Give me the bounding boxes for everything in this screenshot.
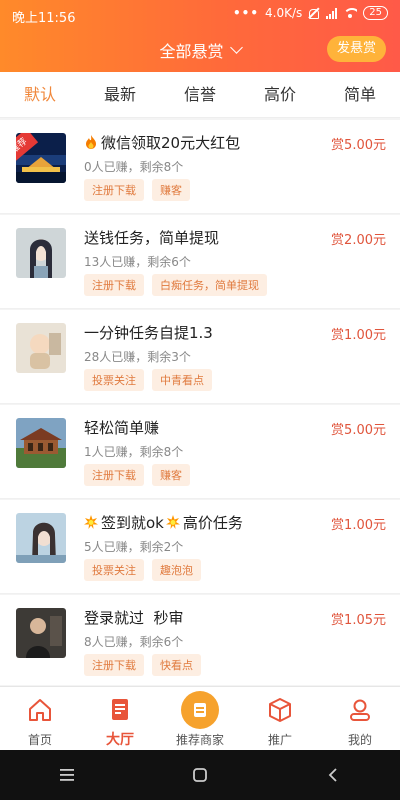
task-title: 登录就过 秒审 xyxy=(84,609,184,627)
task-reward: 赏5.00元 xyxy=(331,138,386,153)
network-speed: 4.0K/s xyxy=(265,6,303,20)
task-title: 轻松简单赚 xyxy=(84,419,160,437)
task-list: 推荐 微信领取20元大红包 0人已赚，剩余8个 注册下载 赚客 赏5.00元 送… xyxy=(0,120,400,685)
boom-icon xyxy=(84,515,98,529)
system-nav-bar xyxy=(0,750,400,800)
nav-label: 我的 xyxy=(347,733,372,747)
task-title-row: 微信领取20元大红包 xyxy=(84,132,240,153)
task-item[interactable]: 一分钟任务自提1.3 28人已赚，剩余3个 投票关注 中青看点 赏1.00元 xyxy=(0,310,400,404)
task-item[interactable]: 签到就ok 高价任务 5人已赚，剩余2个 投票关注 趣泡泡 赏1.00元 xyxy=(0,500,400,594)
task-tags: 注册下载 白痴任务，简单提现 xyxy=(84,274,267,296)
task-thumbnail xyxy=(16,418,66,468)
task-reward: 赏2.00元 xyxy=(331,233,386,248)
task-tag: 快看点 xyxy=(152,654,201,676)
boom-icon xyxy=(165,515,180,529)
task-title-row: 签到就ok 高价任务 xyxy=(84,512,243,533)
nav-recommend-merchant[interactable]: 推荐商家 xyxy=(160,687,240,750)
tab-default[interactable]: 默认 xyxy=(0,72,80,117)
task-tag: 赚客 xyxy=(152,179,190,201)
status-icons: ••• 4.0K/s 25 xyxy=(233,6,388,20)
status-time: 晚上11:56 xyxy=(12,11,76,26)
task-tag: 注册下载 xyxy=(84,274,144,296)
nav-home[interactable]: 首页 xyxy=(0,687,80,750)
task-progress: 0人已赚，剩余8个 xyxy=(84,160,184,174)
task-item[interactable]: 送钱任务，简单提现 13人已赚，剩余6个 注册下载 白痴任务，简单提现 赏2.0… xyxy=(0,215,400,309)
task-tags: 投票关注 趣泡泡 xyxy=(84,559,201,581)
nav-promote[interactable]: 推广 xyxy=(240,687,320,750)
task-tag: 注册下载 xyxy=(84,464,144,486)
system-home-button[interactable] xyxy=(133,750,266,800)
nav-label: 推荐商家 xyxy=(175,733,224,747)
task-tags: 注册下载 赚客 xyxy=(84,464,190,486)
post-reward-button[interactable]: 发悬赏 xyxy=(326,36,386,62)
hall-icon xyxy=(112,699,128,720)
header-bar: 晚上11:56 ••• 4.0K/s 25 全部悬赏 发悬赏 xyxy=(0,0,400,72)
task-tag: 注册下载 xyxy=(84,179,144,201)
task-progress: 8人已赚，剩余6个 xyxy=(84,635,184,649)
task-tag: 投票关注 xyxy=(84,559,144,581)
mute-icon xyxy=(308,7,320,19)
status-bar: 晚上11:56 ••• 4.0K/s 25 xyxy=(0,0,400,30)
nav-label: 推广 xyxy=(267,733,292,747)
nav-hall[interactable]: 大厅 xyxy=(80,687,160,750)
home-square-icon xyxy=(193,768,207,782)
task-thumbnail xyxy=(16,513,66,563)
signal-icon xyxy=(326,7,338,19)
task-tags: 投票关注 中青看点 xyxy=(84,369,212,391)
task-progress: 28人已赚，剩余3个 xyxy=(84,350,191,364)
fire-icon xyxy=(86,135,96,149)
chevron-down-icon xyxy=(229,41,243,54)
tab-high-price[interactable]: 高价 xyxy=(240,72,320,117)
task-tag: 投票关注 xyxy=(84,369,144,391)
task-tag: 中青看点 xyxy=(152,369,212,391)
tab-reputation[interactable]: 信誉 xyxy=(160,72,240,117)
task-title: 微信领取20元大红包 xyxy=(101,134,241,152)
page-title: 全部悬赏 xyxy=(159,42,224,61)
task-title: 送钱任务，简单提现 xyxy=(84,229,220,247)
nav-profile[interactable]: 我的 xyxy=(320,687,400,750)
nav-label: 大厅 xyxy=(106,732,134,748)
task-thumbnail xyxy=(16,608,66,658)
system-menu-button[interactable] xyxy=(0,750,133,800)
task-reward: 赏1.05元 xyxy=(331,613,386,628)
home-icon xyxy=(29,699,51,721)
system-back-button[interactable] xyxy=(267,750,400,800)
menu-icon xyxy=(59,769,74,781)
bottom-nav: 首页 大厅 推荐商家 推广 我的 xyxy=(0,686,400,750)
task-tag: 白痴任务，简单提现 xyxy=(152,274,267,296)
task-progress: 13人已赚，剩余6个 xyxy=(84,255,191,269)
wifi-icon xyxy=(343,8,358,18)
task-reward: 赏1.00元 xyxy=(331,328,386,343)
back-icon xyxy=(329,768,337,782)
task-item[interactable]: 推荐 微信领取20元大红包 0人已赚，剩余8个 注册下载 赚客 赏5.00元 xyxy=(0,120,400,214)
task-tags: 注册下载 赚客 xyxy=(84,179,190,201)
task-title-suffix: 高价任务 xyxy=(182,514,243,532)
task-thumbnail xyxy=(16,323,66,373)
task-progress: 5人已赚，剩余2个 xyxy=(84,540,184,554)
recommend-merchant-icon xyxy=(194,703,206,717)
task-tag: 趣泡泡 xyxy=(152,559,201,581)
tab-simple[interactable]: 简单 xyxy=(320,72,400,117)
promote-box-icon xyxy=(269,698,291,722)
task-tag: 赚客 xyxy=(152,464,190,486)
tab-latest[interactable]: 最新 xyxy=(80,72,160,117)
battery-indicator: 25 xyxy=(363,6,388,20)
task-title: 签到就ok xyxy=(101,514,164,532)
task-thumbnail xyxy=(16,228,66,278)
task-thumbnail: 推荐 xyxy=(16,133,66,183)
nav-label: 首页 xyxy=(27,733,52,747)
task-item[interactable]: 轻松简单赚 1人已赚，剩余8个 注册下载 赚客 赏5.00元 xyxy=(0,405,400,499)
notification-dots: ••• xyxy=(233,6,260,20)
task-tags: 注册下载 快看点 xyxy=(84,654,201,676)
task-title: 一分钟任务自提1.3 xyxy=(84,324,213,342)
profile-icon xyxy=(350,699,370,721)
task-progress: 1人已赚，剩余8个 xyxy=(84,445,184,459)
task-tag: 注册下载 xyxy=(84,654,144,676)
sort-tabs: 默认 最新 信誉 高价 简单 xyxy=(0,72,400,118)
task-item[interactable]: 登录就过 秒审 8人已赚，剩余6个 注册下载 快看点 赏1.05元 xyxy=(0,595,400,685)
task-reward: 赏5.00元 xyxy=(331,423,386,438)
task-reward: 赏1.00元 xyxy=(331,518,386,533)
